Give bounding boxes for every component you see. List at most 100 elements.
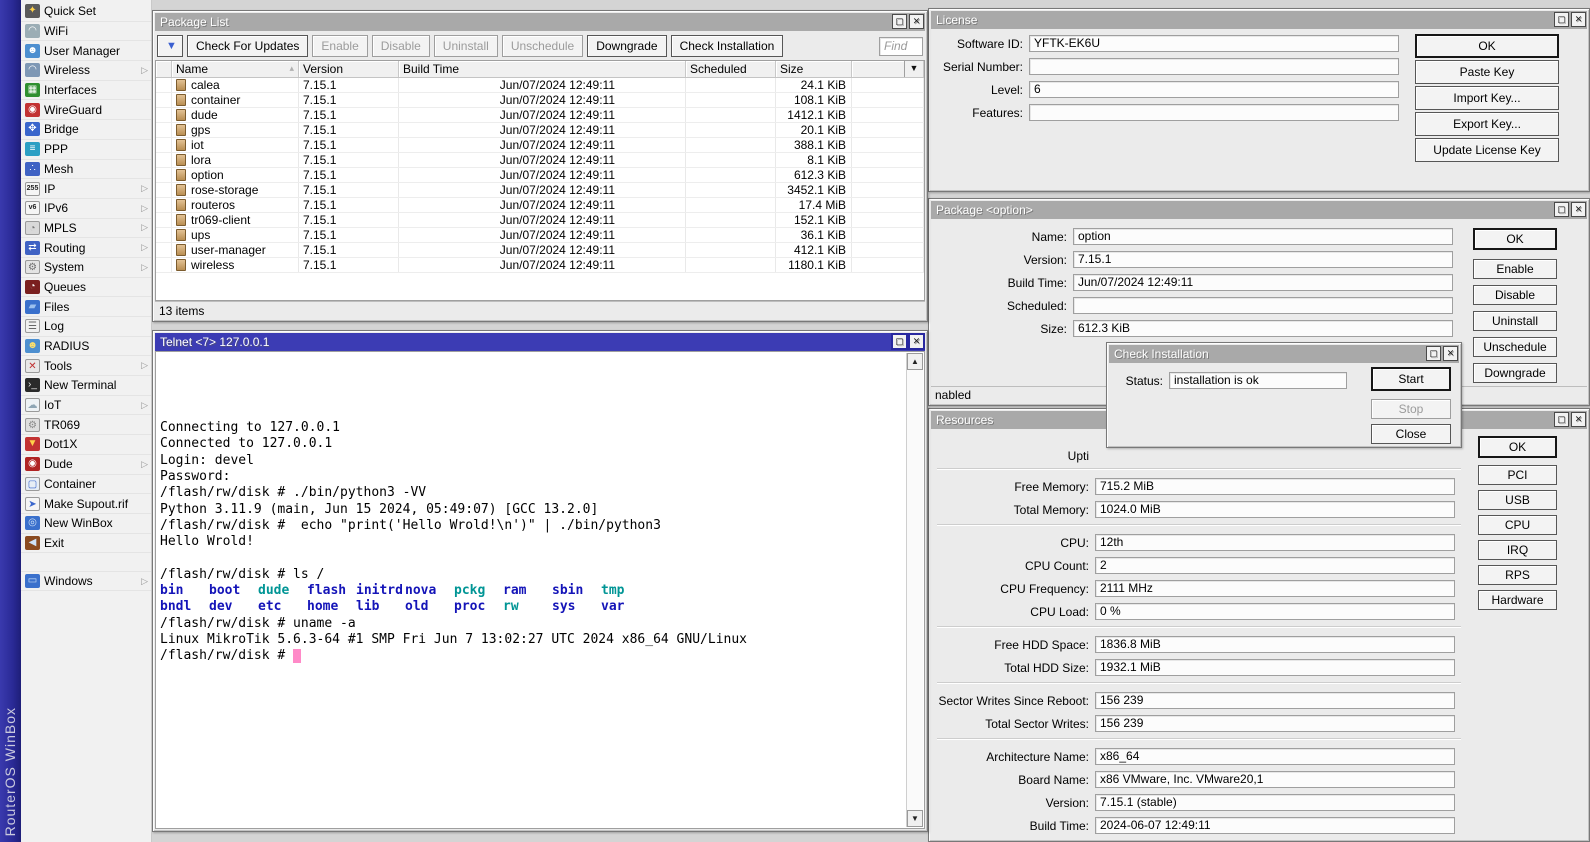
sidebar-item-make-supout-rif[interactable]: ➤Make Supout.rif — [21, 494, 151, 514]
size-column-header[interactable]: Size — [776, 61, 852, 77]
name-column-header[interactable]: Name▴ — [172, 61, 299, 77]
ok-button[interactable]: OK — [1478, 436, 1557, 458]
package-option-titlebar[interactable]: Package <option> ▢✕ — [931, 201, 1587, 219]
stop-button[interactable]: Stop — [1371, 399, 1451, 419]
maximize-icon[interactable]: ▢ — [1426, 346, 1441, 361]
sidebar-item-mesh[interactable]: ∴Mesh — [21, 160, 151, 180]
total-memory-field[interactable]: 1024.0 MiB — [1095, 501, 1455, 518]
sidebar-item-ip[interactable]: 255IP▷ — [21, 179, 151, 199]
scheduled-column-header[interactable]: Scheduled — [686, 61, 776, 77]
column-select-dropdown[interactable]: ▼ — [904, 61, 923, 77]
downgrade-button[interactable]: Downgrade — [587, 35, 666, 57]
name-field[interactable]: option — [1073, 228, 1453, 245]
sidebar-item-quick-set[interactable]: ✦Quick Set — [21, 2, 151, 22]
table-row[interactable]: dude7.15.1Jun/07/2024 12:49:111412.1 KiB — [156, 108, 924, 123]
table-row[interactable]: ups7.15.1Jun/07/2024 12:49:1136.1 KiB — [156, 228, 924, 243]
sidebar-item-iot[interactable]: ☁IoT▷ — [21, 396, 151, 416]
sidebar-item-log[interactable]: ☰Log — [21, 317, 151, 337]
sidebar-item-dot1x[interactable]: ▼Dot1X — [21, 435, 151, 455]
filter-funnel-icon[interactable]: ▼ — [157, 35, 183, 57]
close-button[interactable]: Close — [1371, 424, 1451, 444]
build-time-field[interactable]: Jun/07/2024 12:49:11 — [1073, 274, 1453, 291]
sidebar-item-radius[interactable]: ☻RADIUS — [21, 337, 151, 357]
sidebar-item-files[interactable]: ▰Files — [21, 297, 151, 317]
close-icon[interactable]: ✕ — [1443, 346, 1458, 361]
check-for-updates-button[interactable]: Check For Updates — [187, 35, 308, 57]
maximize-icon[interactable]: ▢ — [1554, 12, 1569, 27]
free-memory-field[interactable]: 715.2 MiB — [1095, 478, 1455, 495]
close-icon[interactable]: ✕ — [1571, 412, 1586, 427]
downgrade-button[interactable]: Downgrade — [1473, 363, 1557, 383]
maximize-icon[interactable]: ▢ — [892, 334, 907, 349]
table-row[interactable]: user-manager7.15.1Jun/07/2024 12:49:1141… — [156, 243, 924, 258]
sidebar-item-system[interactable]: ⚙System▷ — [21, 258, 151, 278]
sidebar-item-new-terminal[interactable]: ›_New Terminal — [21, 376, 151, 396]
cpu-load-field[interactable]: 0 % — [1095, 603, 1455, 620]
table-row[interactable]: tr069-client7.15.1Jun/07/2024 12:49:1115… — [156, 213, 924, 228]
version-column-header[interactable]: Version — [299, 61, 399, 77]
sidebar-item-windows[interactable]: ▭Windows▷ — [21, 571, 151, 591]
table-row[interactable]: lora7.15.1Jun/07/2024 12:49:118.1 KiB — [156, 153, 924, 168]
sidebar-item-tools[interactable]: ✕Tools▷ — [21, 356, 151, 376]
table-row[interactable]: routeros7.15.1Jun/07/2024 12:49:1117.4 M… — [156, 198, 924, 213]
rps-button[interactable]: RPS — [1478, 565, 1557, 585]
state-column-header[interactable] — [156, 61, 172, 77]
close-icon[interactable]: ✕ — [909, 334, 924, 349]
export-key-button[interactable]: Export Key... — [1415, 112, 1559, 136]
sidebar-item-wireless[interactable]: ◠Wireless▷ — [21, 61, 151, 81]
build-time-field[interactable]: 2024-06-07 12:49:11 — [1095, 817, 1455, 834]
serial-number-field[interactable] — [1029, 58, 1399, 75]
sidebar-item-mpls[interactable]: ◔MPLS▷ — [21, 219, 151, 239]
terminal-scrollbar[interactable]: ▲ ▼ — [906, 353, 923, 827]
telnet-titlebar[interactable]: Telnet <7> 127.0.0.1 ▢✕ — [155, 333, 925, 351]
sidebar-item-ipv6[interactable]: v6IPv6▷ — [21, 199, 151, 219]
cpu-field[interactable]: 12th — [1095, 534, 1455, 551]
pci-button[interactable]: PCI — [1478, 465, 1557, 485]
irq-button[interactable]: IRQ — [1478, 540, 1557, 560]
architecture-name-field[interactable]: x86_64 — [1095, 748, 1455, 765]
uninstall-button[interactable]: Uninstall — [434, 35, 498, 57]
features-field[interactable] — [1029, 104, 1399, 121]
build-time-column-header[interactable]: Build Time — [399, 61, 686, 77]
version-field[interactable]: 7.15.1 (stable) — [1095, 794, 1455, 811]
table-row[interactable]: option7.15.1Jun/07/2024 12:49:11612.3 Ki… — [156, 168, 924, 183]
table-row[interactable]: rose-storage7.15.1Jun/07/2024 12:49:1134… — [156, 183, 924, 198]
start-button[interactable]: Start — [1371, 367, 1451, 391]
maximize-icon[interactable]: ▢ — [1554, 412, 1569, 427]
uninstall-button[interactable]: Uninstall — [1473, 311, 1557, 331]
unschedule-button[interactable]: Unschedule — [1473, 337, 1557, 357]
import-key-button[interactable]: Import Key... — [1415, 86, 1559, 110]
sidebar-item-wifi[interactable]: ◠WiFi — [21, 22, 151, 42]
maximize-icon[interactable]: ▢ — [892, 14, 907, 29]
sidebar-item-interfaces[interactable]: ▦Interfaces — [21, 81, 151, 101]
check-installation-button[interactable]: Check Installation — [671, 35, 784, 57]
sidebar-item-container[interactable]: ▢Container — [21, 475, 151, 495]
board-name-field[interactable]: x86 VMware, Inc. VMware20,1 — [1095, 771, 1455, 788]
free-hdd-space-field[interactable]: 1836.8 MiB — [1095, 636, 1455, 653]
table-row[interactable]: wireless7.15.1Jun/07/2024 12:49:111180.1… — [156, 258, 924, 273]
sidebar-item-user-manager[interactable]: ☻User Manager — [21, 41, 151, 61]
scroll-up-icon[interactable]: ▲ — [907, 353, 923, 370]
cpu-frequency-field[interactable]: 2111 MHz — [1095, 580, 1455, 597]
status-field[interactable]: installation is ok — [1169, 372, 1347, 389]
enable-button[interactable]: Enable — [1473, 259, 1557, 279]
cpu-button[interactable]: CPU — [1478, 515, 1557, 535]
size-field[interactable]: 612.3 KiB — [1073, 320, 1453, 337]
scroll-down-icon[interactable]: ▼ — [907, 810, 923, 827]
table-row[interactable]: iot7.15.1Jun/07/2024 12:49:11388.1 KiB — [156, 138, 924, 153]
sidebar-item-ppp[interactable]: ≡PPP — [21, 140, 151, 160]
sidebar-item-wireguard[interactable]: ◉WireGuard — [21, 100, 151, 120]
find-input[interactable]: Find — [879, 37, 923, 56]
sector-writes-since-reboot-field[interactable]: 156 239 — [1095, 692, 1455, 709]
sidebar-item-tr069[interactable]: ⚙TR069 — [21, 415, 151, 435]
sidebar-item-exit[interactable]: ◀Exit — [21, 534, 151, 554]
sidebar-item-queues[interactable]: ◔Queues — [21, 278, 151, 298]
software-id-field[interactable]: YFTK-EK6U — [1029, 35, 1399, 52]
level-field[interactable]: 6 — [1029, 81, 1399, 98]
terminal[interactable]: Connecting to 127.0.0.1Connected to 127.… — [155, 351, 925, 829]
license-titlebar[interactable]: License ▢✕ — [931, 11, 1587, 29]
usb-button[interactable]: USB — [1478, 490, 1557, 510]
check-installation-titlebar[interactable]: Check Installation ▢✕ — [1109, 345, 1459, 363]
sidebar-item-dude[interactable]: ◉Dude▷ — [21, 455, 151, 475]
scheduled-field[interactable] — [1073, 297, 1453, 314]
